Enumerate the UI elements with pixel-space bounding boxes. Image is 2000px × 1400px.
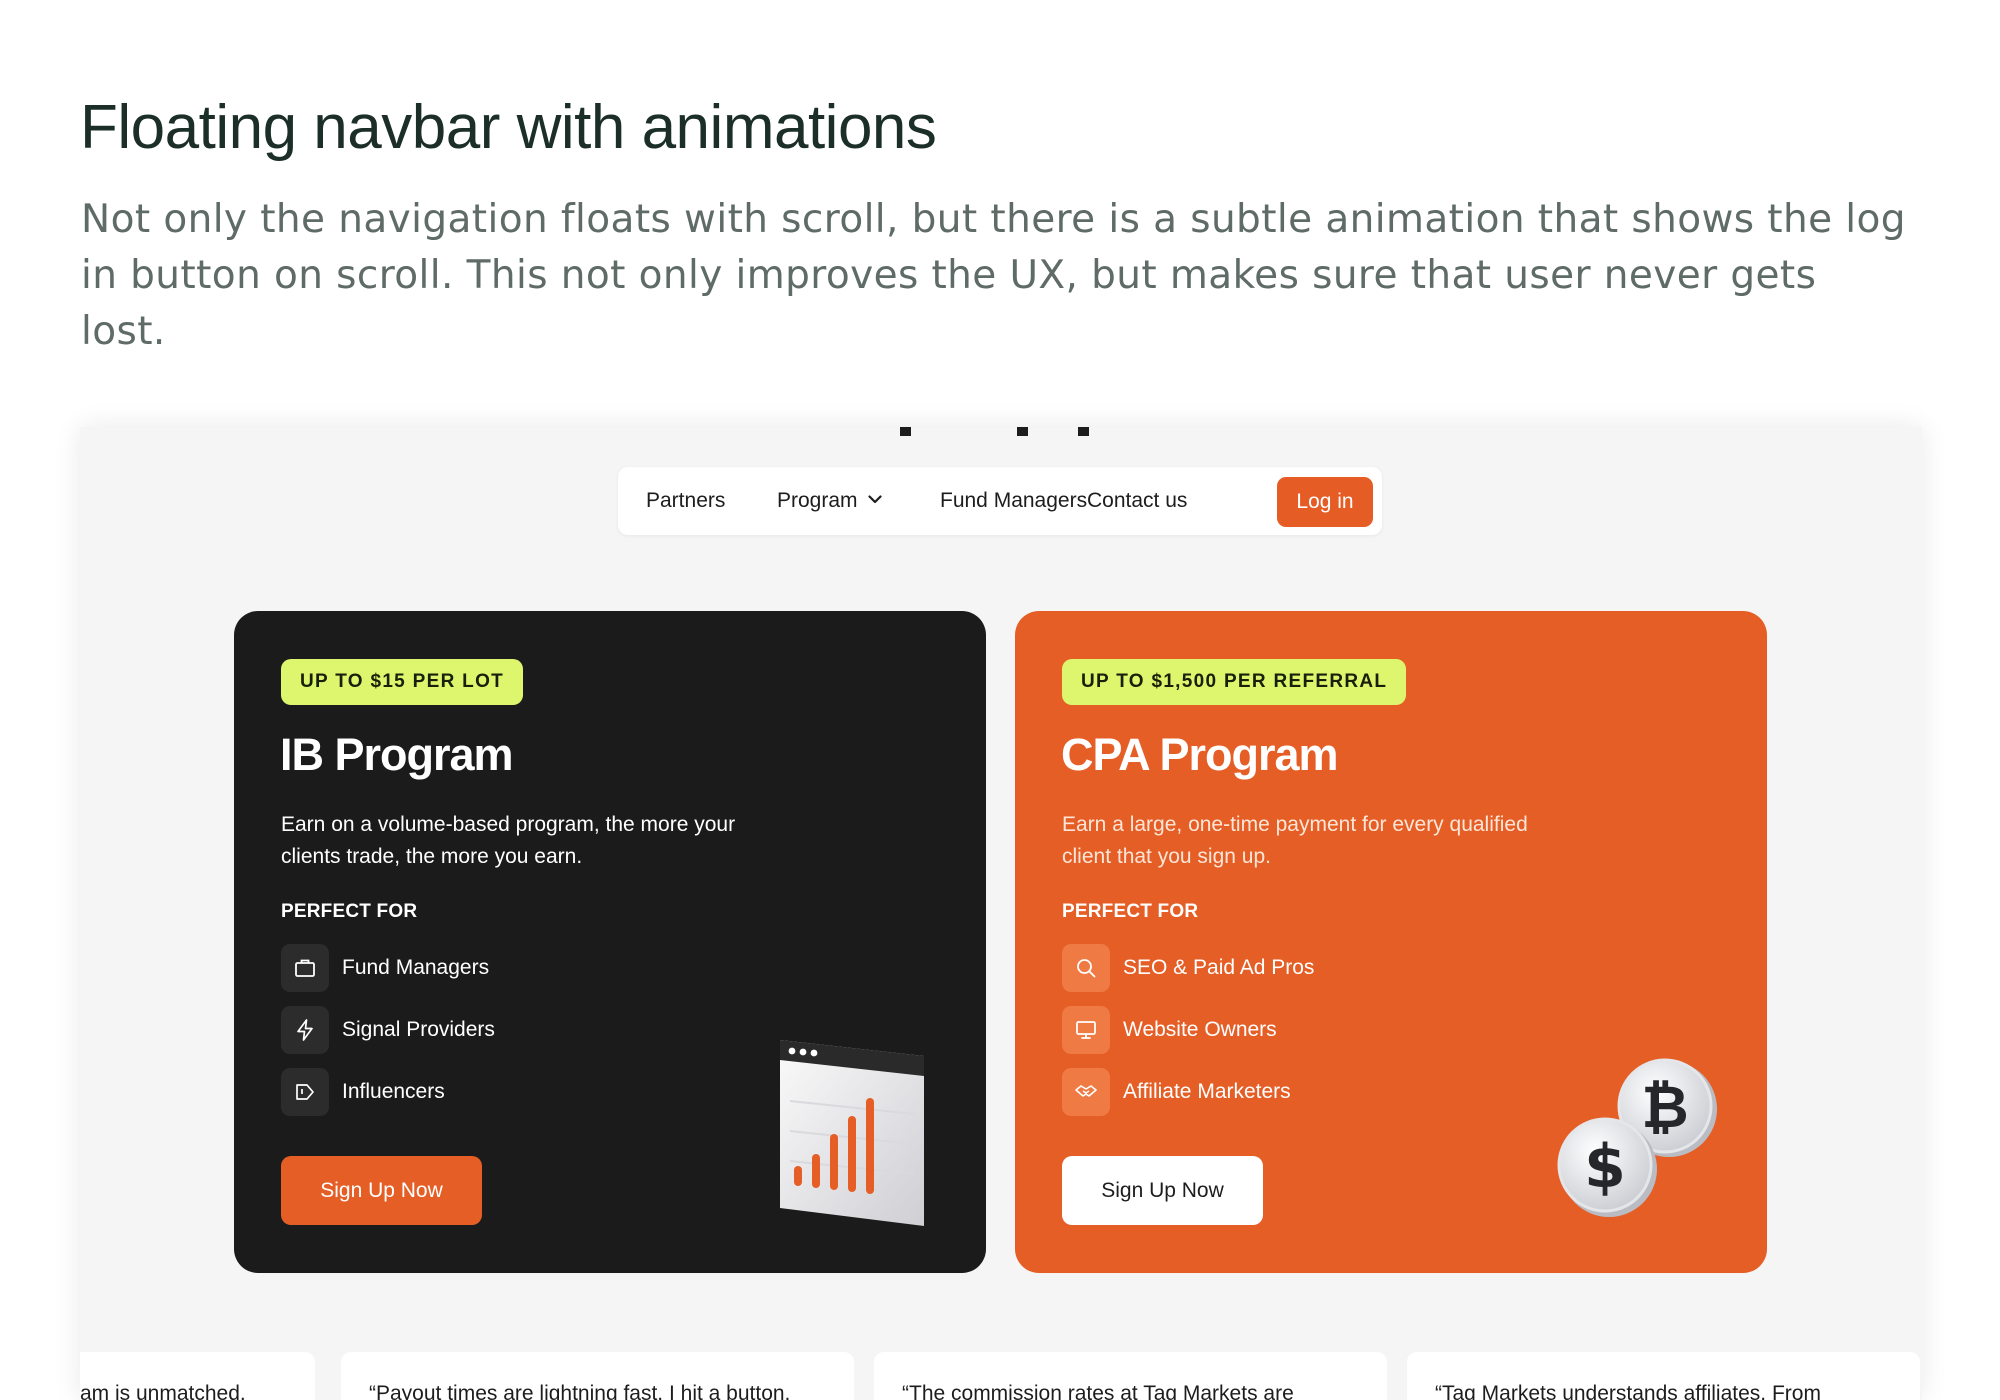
cropped-heading-fragment xyxy=(900,427,911,436)
testimonial-card: am is unmatched. xyxy=(80,1352,315,1400)
svg-text:$: $ xyxy=(1584,1132,1626,1202)
cpa-program-card: UP TO $1,500 PER REFERRAL CPA Program Ea… xyxy=(1015,611,1767,1273)
monitor-icon xyxy=(1062,1006,1110,1054)
nav-program-dropdown[interactable]: Program xyxy=(777,467,882,535)
coins-illustration: ₿ $ xyxy=(1557,1058,1717,1217)
cpa-signup-button[interactable]: Sign Up Now xyxy=(1062,1156,1263,1225)
cropped-heading-fragment xyxy=(1078,427,1089,436)
cpa-feature-label: Website Owners xyxy=(1123,1018,1277,1041)
cpa-feature-label: Affiliate Marketers xyxy=(1123,1080,1291,1103)
bar-chart-window-illustration xyxy=(780,1040,924,1226)
cpa-title: CPA Program xyxy=(1061,729,1339,780)
ib-feature-label: Fund Managers xyxy=(342,956,490,979)
cpa-badge: UP TO $1,500 PER REFERRAL xyxy=(1062,659,1407,705)
testimonial-quote: “Tag Markets understands affiliates. Fro… xyxy=(1435,1382,1821,1400)
ib-badge: UP TO $15 PER LOT xyxy=(281,659,524,705)
page-description: Not only the navigation floats with scro… xyxy=(81,197,1906,354)
floating-navbar: Partners Program Fund Managers Contact u… xyxy=(618,467,1382,535)
cpa-perfect-for-label: PERFECT FOR xyxy=(1062,901,1199,922)
ib-program-card: UP TO $15 PER LOT IB Program Earn on a v… xyxy=(234,611,986,1273)
cpa-description: Earn a large, one-time payment for every… xyxy=(1062,813,1528,868)
nav-partners-link[interactable]: Partners xyxy=(646,467,725,535)
lightning-icon xyxy=(281,1006,329,1054)
chevron-down-icon xyxy=(867,495,882,504)
ib-feature-label: Signal Providers xyxy=(342,1018,495,1041)
testimonial-card: “Tag Markets understands affiliates. Fro… xyxy=(1407,1352,1920,1400)
cpa-feature-label: SEO & Paid Ad Pros xyxy=(1123,956,1315,979)
login-button[interactable]: Log in xyxy=(1277,477,1373,527)
ib-title: IB Program xyxy=(280,729,514,780)
svg-text:₿: ₿ xyxy=(1641,1073,1688,1141)
testimonial-card: “The commission rates at Tag Markets are xyxy=(874,1352,1387,1400)
ib-signup-button[interactable]: Sign Up Now xyxy=(281,1156,482,1225)
search-icon xyxy=(1062,944,1110,992)
testimonial-quote: “The commission rates at Tag Markets are xyxy=(902,1382,1294,1400)
megaphone-icon xyxy=(281,1068,329,1116)
testimonial-quote: “Payout times are lightning fast. I hit … xyxy=(369,1382,791,1400)
nav-contact-link[interactable]: Contact us xyxy=(1087,467,1187,535)
ib-description: Earn on a volume-based program, the more… xyxy=(281,813,736,868)
page-heading: Floating navbar with animations xyxy=(80,93,937,162)
briefcase-icon xyxy=(281,944,329,992)
nav-program-label: Program xyxy=(777,489,858,512)
ib-perfect-for-label: PERFECT FOR xyxy=(281,901,418,922)
screenshot-frame: Partners Program Fund Managers Contact u… xyxy=(80,427,1922,1400)
ib-feature-label: Influencers xyxy=(342,1080,445,1103)
testimonial-quote: am is unmatched. xyxy=(80,1382,246,1400)
testimonial-card: “Payout times are lightning fast. I hit … xyxy=(341,1352,854,1400)
nav-fund-managers-link[interactable]: Fund Managers xyxy=(940,467,1087,535)
cropped-heading-fragment xyxy=(1017,427,1028,436)
handshake-icon xyxy=(1062,1068,1110,1116)
